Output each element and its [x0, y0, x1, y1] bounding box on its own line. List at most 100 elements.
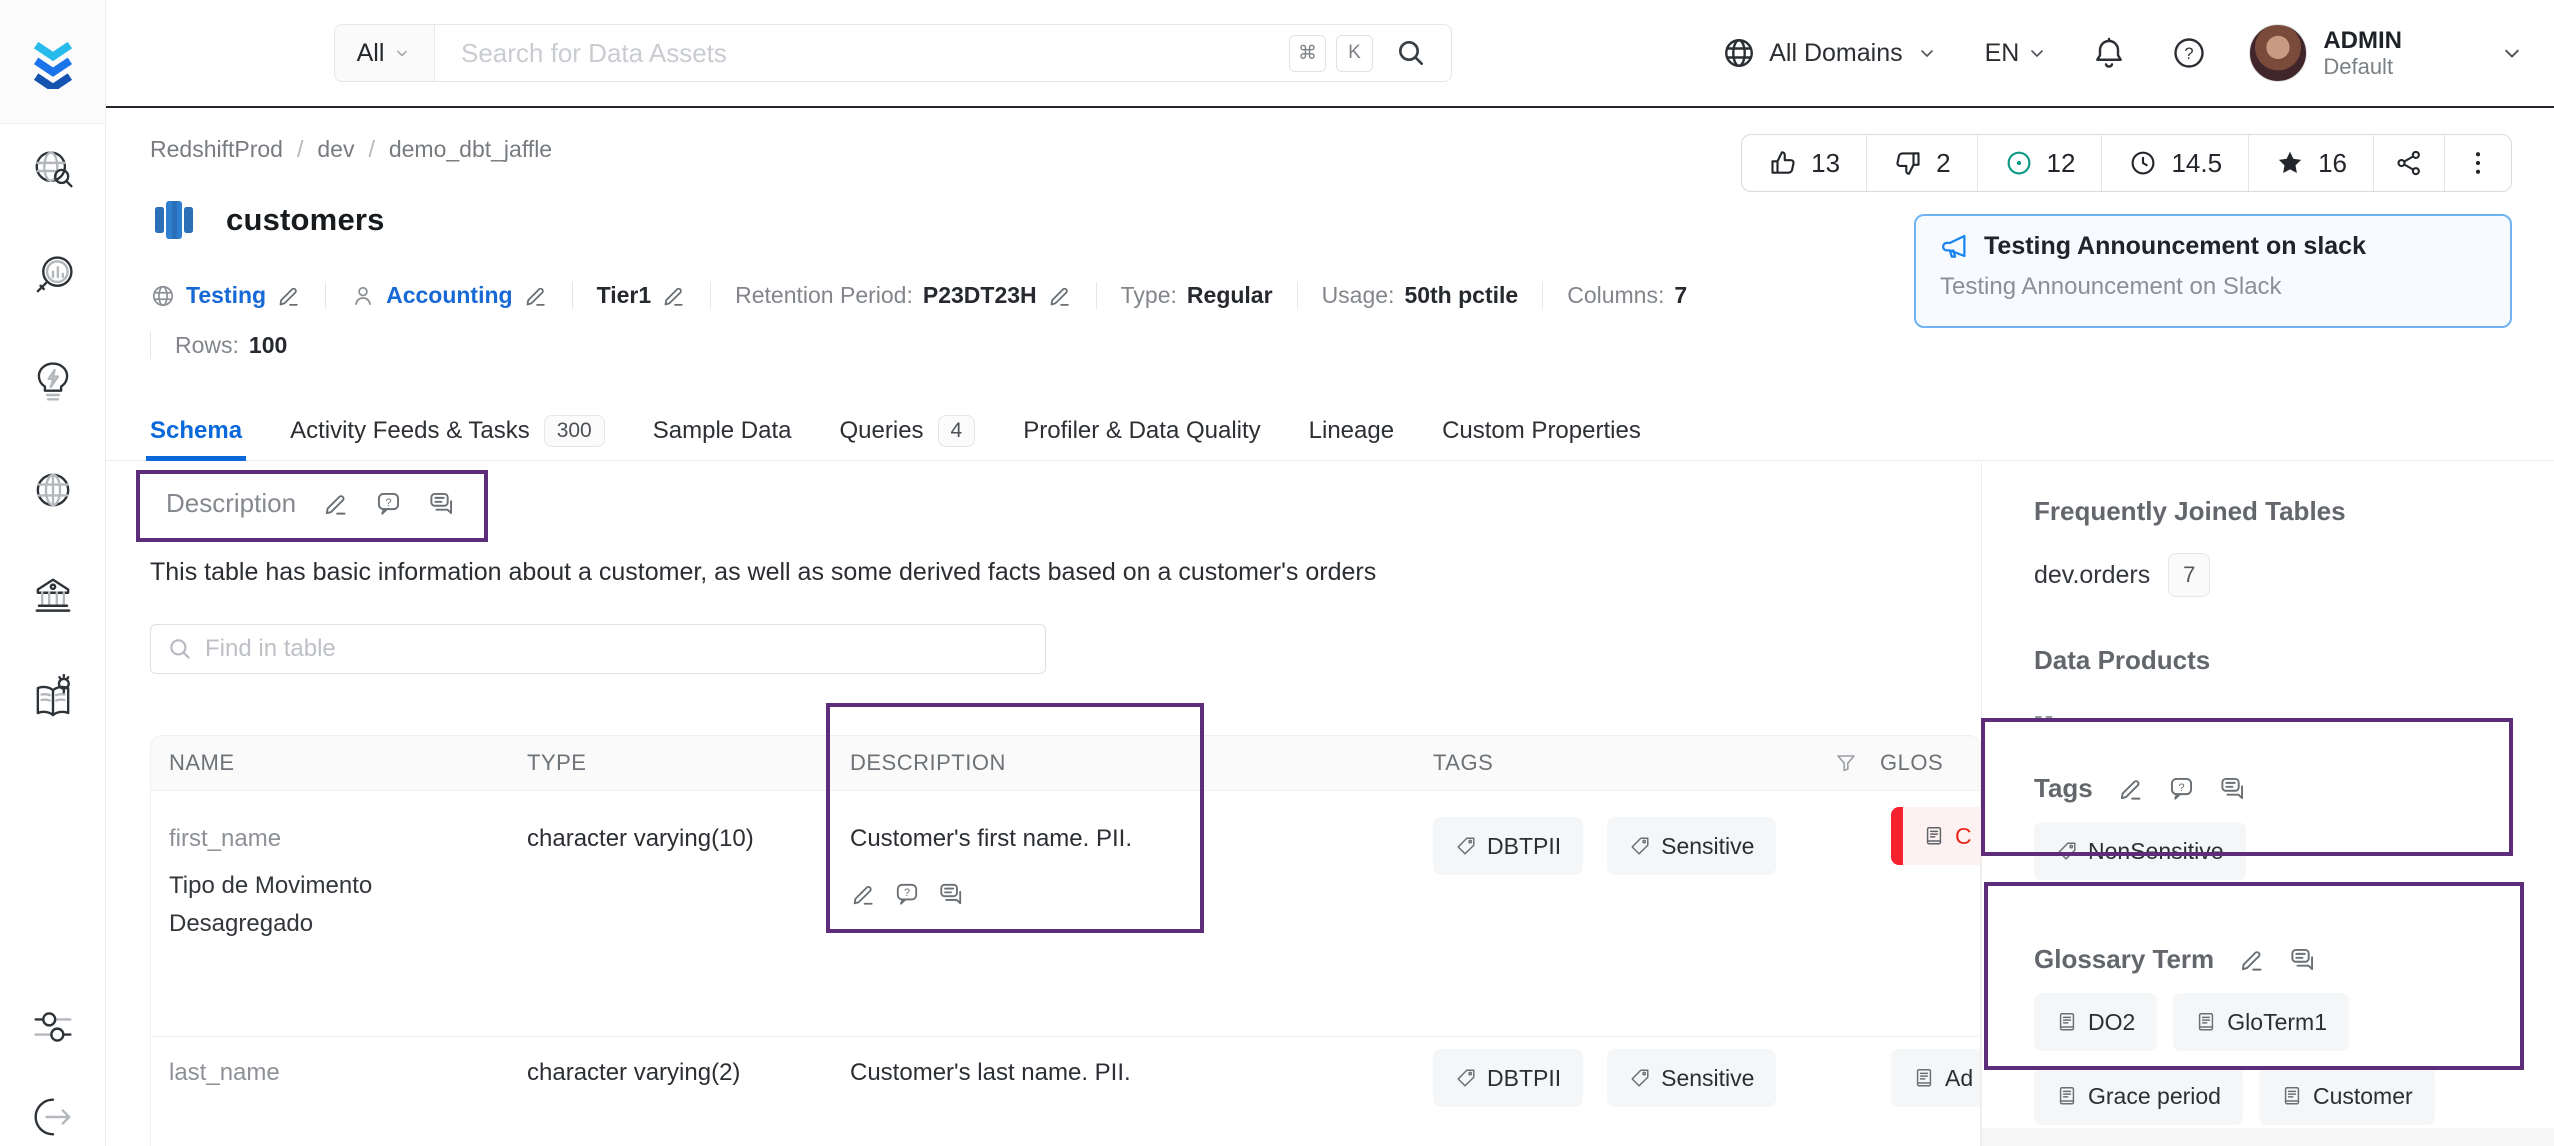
tag-chip[interactable]: Sensitive	[1607, 1049, 1777, 1107]
tab-custom-properties[interactable]: Custom Properties	[1442, 400, 1641, 461]
request-icon[interactable]: ?	[894, 881, 920, 907]
comments-icon[interactable]	[428, 490, 455, 517]
glossary-term-chip[interactable]: GloTerm1	[2173, 993, 2349, 1051]
more-options-button[interactable]	[2444, 135, 2511, 191]
breadcrumb-database[interactable]: dev	[317, 136, 354, 163]
chevron-down-icon	[2025, 41, 2049, 65]
search-icon[interactable]	[1395, 37, 1427, 69]
global-search-bar[interactable]: All ⌘ K	[334, 24, 1452, 82]
right-side-panel: Frequently Joined Tables dev.orders 7 Da…	[1981, 462, 2554, 1146]
usage-value: 50th pctile	[1404, 282, 1519, 308]
upvote-button[interactable]: 13	[1742, 135, 1866, 191]
version-history-button[interactable]: 14.5	[2101, 135, 2248, 191]
column-display-name: Tipo de Movimento Desagregado	[169, 872, 373, 937]
settings-sliders-icon	[33, 1012, 72, 1042]
edit-icon[interactable]	[850, 881, 876, 907]
tab-queries[interactable]: Queries 4	[840, 400, 976, 461]
columns-label: Columns:	[1567, 282, 1665, 308]
edit-domain-icon[interactable]	[276, 283, 301, 308]
announcement-card[interactable]: Testing Announcement on slack Testing An…	[1914, 214, 2512, 328]
chevron-down-icon	[1915, 41, 1939, 65]
domains-selector[interactable]: All Domains	[1721, 35, 1938, 71]
tag-chip[interactable]: Sensitive	[1607, 817, 1777, 875]
filter-icon[interactable]	[1834, 751, 1858, 775]
entity-meta-row: Testing Accounting Tier1 Retention Perio…	[150, 282, 1687, 309]
domain-link[interactable]: Testing	[186, 282, 266, 309]
downvote-button[interactable]: 2	[1866, 135, 1976, 191]
follow-button[interactable]: 16	[2248, 135, 2373, 191]
tab-sample-data[interactable]: Sample Data	[653, 400, 792, 461]
tab-count-badge: 4	[937, 414, 976, 447]
sidebar-item-govern[interactable]	[21, 564, 85, 628]
profile-chevron-down-icon[interactable]	[2498, 39, 2526, 67]
owner-link[interactable]: Accounting	[386, 282, 513, 309]
glossary-term-chip[interactable]: Grace period	[2034, 1067, 2243, 1125]
glossary-term-chip[interactable]: Customer	[2258, 1067, 2435, 1125]
tab-profiler[interactable]: Profiler & Data Quality	[1023, 400, 1260, 461]
comments-icon[interactable]	[938, 881, 964, 907]
tab-label: Activity Feeds & Tasks	[290, 416, 530, 444]
edit-tags-icon[interactable]	[2117, 775, 2144, 802]
search-scope-dropdown[interactable]: All	[335, 25, 435, 81]
announcement-title: Testing Announcement on slack	[1984, 231, 2366, 260]
domain-item: Testing	[150, 282, 301, 309]
tag-chip[interactable]: NonSensitive	[2034, 822, 2246, 880]
breadcrumb-schema[interactable]: demo_dbt_jaffle	[389, 136, 552, 163]
global-search-input[interactable]	[461, 37, 1289, 69]
find-in-table-input[interactable]	[205, 635, 1029, 663]
user-menu[interactable]: ADMIN Default	[2249, 24, 2402, 82]
request-description-icon[interactable]: ?	[375, 490, 402, 517]
joined-table-link[interactable]: dev.orders	[2034, 561, 2150, 590]
rows-label: Rows:	[175, 332, 239, 358]
sidebar-item-settings[interactable]	[21, 995, 85, 1059]
tag-chip[interactable]: DBTPII	[1433, 1049, 1584, 1107]
open-tasks-button[interactable]: 12	[1976, 135, 2102, 191]
sidebar-item-explore[interactable]	[21, 139, 85, 203]
column-header-name: NAME	[169, 750, 235, 775]
type-value: Regular	[1186, 282, 1273, 308]
avatar[interactable]	[2249, 24, 2308, 82]
share-button[interactable]	[2373, 135, 2444, 191]
top-navigation-bar: All ⌘ K All Domains EN ?	[0, 0, 2554, 108]
glossary-term-chip[interactable]: Ad	[1891, 1049, 1980, 1107]
cell-column-type: character varying(2)	[527, 1059, 741, 1086]
tab-lineage[interactable]: Lineage	[1309, 400, 1394, 461]
edit-owner-icon[interactable]	[523, 283, 548, 308]
page-title: customers	[226, 202, 385, 237]
sidebar-item-insights[interactable]	[21, 350, 85, 414]
language-selector[interactable]: EN	[1985, 39, 2050, 68]
type-label: Type:	[1120, 282, 1177, 308]
description-actions: ?	[850, 881, 1415, 907]
svg-text:?: ?	[904, 887, 910, 899]
app-logo[interactable]	[0, 0, 106, 124]
sidebar-item-logout[interactable]	[21, 1085, 85, 1146]
column-description-text: Customer's first name. PII.	[850, 825, 1132, 852]
request-tags-icon[interactable]: ?	[2168, 775, 2195, 802]
sidebar-item-glossary[interactable]	[21, 668, 85, 732]
user-block: ADMIN Default	[2323, 27, 2402, 80]
tab-activity-feeds[interactable]: Activity Feeds & Tasks 300	[290, 400, 605, 461]
edit-glossary-icon[interactable]	[2238, 946, 2265, 973]
tag-chip[interactable]: DBTPII	[1433, 817, 1584, 875]
book-icon	[2284, 1087, 2300, 1105]
joined-table-row: dev.orders 7	[2034, 553, 2554, 597]
help-icon[interactable]: ?	[2171, 35, 2207, 71]
kebab-menu-icon	[2463, 148, 2493, 178]
edit-retention-icon[interactable]	[1047, 283, 1072, 308]
glossary-term-chip[interactable]: DO2	[2034, 993, 2158, 1051]
sidebar-item-observability[interactable]	[21, 244, 85, 308]
column-technical-name[interactable]: last_name	[169, 1059, 509, 1087]
tab-schema[interactable]: Schema	[146, 400, 247, 461]
entity-tabs: Schema Activity Feeds & Tasks 300 Sample…	[146, 400, 1641, 461]
edit-tier-icon[interactable]	[661, 283, 686, 308]
comments-icon[interactable]	[2219, 775, 2246, 802]
breadcrumb-service[interactable]: RedshiftProd	[150, 136, 283, 163]
notifications-bell-icon[interactable]	[2091, 35, 2127, 71]
comments-icon[interactable]	[2289, 946, 2316, 973]
find-in-table-box[interactable]	[150, 624, 1046, 674]
star-icon	[2275, 148, 2305, 178]
column-technical-name[interactable]: first_name	[169, 825, 509, 853]
edit-description-icon[interactable]	[322, 490, 349, 517]
glossary-term-chip[interactable]: C	[1891, 807, 1980, 865]
sidebar-item-domains[interactable]	[21, 458, 85, 522]
